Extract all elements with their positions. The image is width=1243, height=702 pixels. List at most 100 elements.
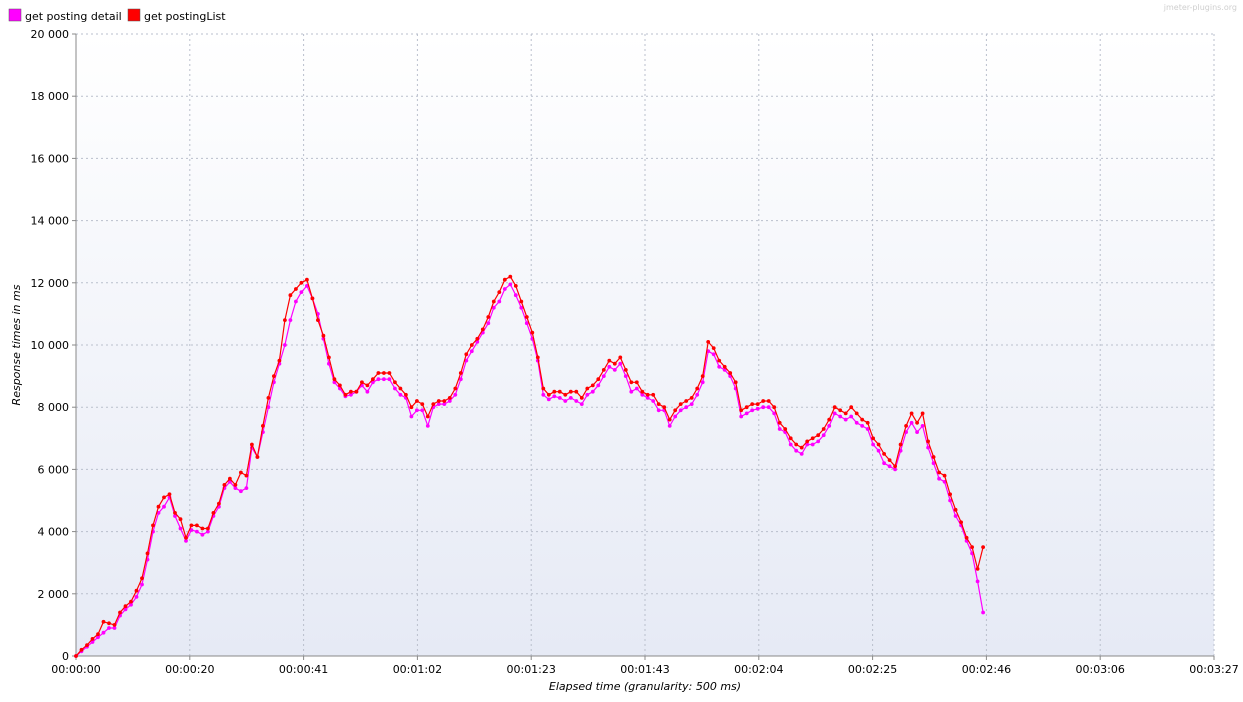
data-point <box>200 526 205 531</box>
data-point <box>838 414 843 419</box>
data-point <box>480 327 485 332</box>
data-point <box>530 330 535 335</box>
data-point <box>937 476 941 481</box>
data-point <box>959 520 963 525</box>
data-point <box>228 476 232 481</box>
data-point <box>404 392 408 397</box>
data-point <box>810 442 815 447</box>
data-point <box>717 364 722 369</box>
data-point <box>887 458 892 462</box>
data-point <box>854 411 859 416</box>
x-tick-label: 00:03:27 <box>1189 663 1238 676</box>
y-tick-label: 6 000 <box>38 463 70 476</box>
data-point <box>535 355 540 360</box>
data-point <box>491 299 496 304</box>
data-point <box>975 579 980 584</box>
data-point <box>283 343 287 347</box>
data-point <box>436 399 441 403</box>
data-point <box>904 424 908 428</box>
data-point <box>832 411 837 416</box>
data-point <box>156 504 161 509</box>
data-point <box>777 420 782 425</box>
data-point <box>118 610 122 615</box>
data-point <box>475 336 480 341</box>
data-point <box>821 427 826 431</box>
data-point <box>871 436 875 441</box>
data-point <box>486 321 491 326</box>
data-point <box>777 427 782 431</box>
data-point <box>393 380 397 385</box>
data-point <box>574 399 579 403</box>
data-point <box>409 405 414 410</box>
y-tick-label: 0 <box>62 650 69 663</box>
data-point <box>750 408 755 413</box>
data-point <box>805 439 810 444</box>
data-point <box>909 411 914 416</box>
data-point <box>579 402 584 406</box>
y-tick-label: 18 000 <box>31 90 70 103</box>
data-point <box>794 442 799 447</box>
data-point <box>277 358 282 363</box>
data-point <box>656 402 661 406</box>
data-point <box>299 290 304 294</box>
data-point <box>173 511 177 515</box>
data-point <box>387 371 392 375</box>
data-point <box>964 535 969 540</box>
data-point <box>585 386 590 391</box>
data-point <box>700 380 705 385</box>
data-point <box>909 420 914 425</box>
data-point <box>975 567 980 571</box>
data-point <box>706 340 711 344</box>
data-point <box>612 361 617 366</box>
data-point <box>508 274 513 279</box>
data-point <box>365 389 370 394</box>
data-point <box>382 371 386 375</box>
data-point <box>420 402 425 406</box>
data-point <box>524 315 529 319</box>
data-point <box>695 392 700 397</box>
data-point <box>349 389 353 394</box>
data-point <box>761 405 766 410</box>
data-point <box>563 399 568 403</box>
x-tick-label: 00:00:20 <box>165 663 214 676</box>
data-point <box>684 405 689 410</box>
data-point <box>656 408 661 413</box>
data-point <box>717 358 722 363</box>
y-tick-label: 10 000 <box>31 339 70 352</box>
data-point <box>843 411 848 416</box>
y-axis-title: Response times in ms <box>10 284 23 405</box>
data-point <box>299 280 304 285</box>
data-point <box>464 352 469 357</box>
data-point <box>673 408 678 413</box>
data-point <box>640 389 645 394</box>
data-point <box>750 402 755 406</box>
data-point <box>876 442 881 447</box>
data-point <box>755 406 760 411</box>
data-point <box>250 442 254 447</box>
data-point <box>222 483 227 487</box>
data-point <box>854 420 859 425</box>
data-point <box>365 383 370 388</box>
data-point <box>79 647 84 652</box>
data-point <box>645 392 650 397</box>
y-tick-label: 16 000 <box>31 152 70 165</box>
data-point <box>469 343 474 347</box>
y-tick-label: 14 000 <box>31 215 70 228</box>
watermark: jmeter-plugins.org <box>1163 3 1237 12</box>
data-point <box>74 654 78 658</box>
data-point <box>585 392 590 397</box>
data-point <box>744 411 749 416</box>
data-point <box>590 383 595 388</box>
data-point <box>376 377 381 382</box>
data-point <box>425 414 430 419</box>
data-point <box>832 405 837 410</box>
data-point <box>794 448 799 453</box>
data-point <box>860 417 865 422</box>
data-point <box>107 621 111 626</box>
data-point <box>90 637 95 641</box>
data-point <box>453 386 458 391</box>
data-point <box>711 352 716 357</box>
data-point <box>882 461 886 466</box>
y-tick-label: 8 000 <box>38 401 70 414</box>
data-point <box>634 386 639 391</box>
